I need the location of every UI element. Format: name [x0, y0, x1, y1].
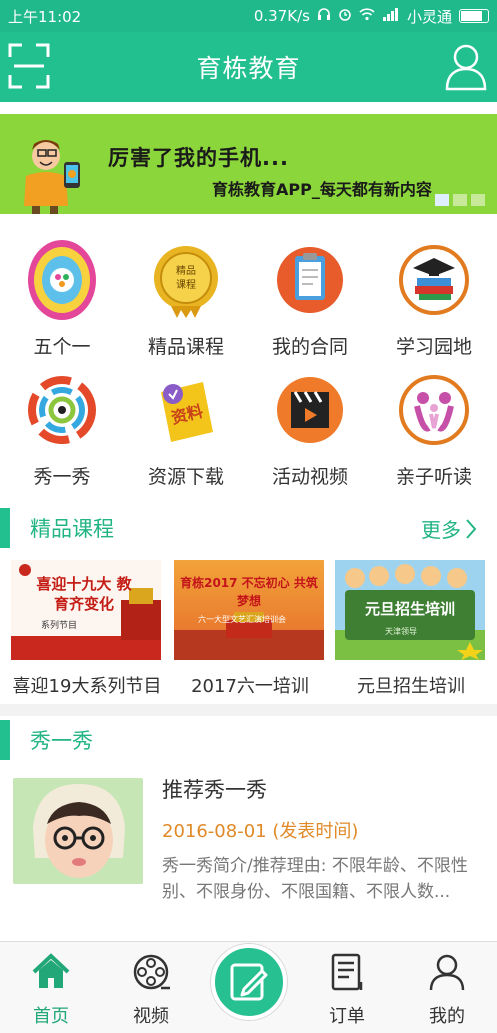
- promo-banner[interactable]: 厉害了我的手机... 育栋教育APP_每天都有新内容: [0, 114, 497, 214]
- menu-item-show[interactable]: 秀一秀: [0, 356, 124, 488]
- more-label: 更多: [421, 518, 461, 542]
- course-title: 喜迎19大系列节目: [12, 676, 162, 697]
- nav-label: 我的: [429, 1006, 465, 1027]
- nav-label: 首页: [33, 1006, 69, 1027]
- menu-item-five-one[interactable]: 五个一: [0, 226, 124, 358]
- course-thumb-text: 元旦招生培训: [364, 600, 455, 618]
- five-one-icon: [23, 236, 101, 324]
- menu-item-label: 学习园地: [395, 336, 472, 358]
- menu-item-premium-course[interactable]: 精品 课程 精品课程: [124, 226, 248, 358]
- nav-publish-button[interactable]: [211, 944, 287, 1020]
- more-button[interactable]: 更多: [421, 514, 477, 543]
- course-card[interactable]: 喜迎十九大 教育齐变化 系列节目 喜迎19大系列节目: [11, 560, 161, 697]
- show-photo[interactable]: [13, 778, 143, 884]
- menu-grid: 五个一 精品 课程 精品课程 我的合同 学习园地 秀一秀 资料 资源下载 活动视…: [0, 226, 497, 496]
- order-icon: [331, 953, 363, 991]
- menu-item-label: 五个一: [33, 336, 91, 358]
- menu-item-download[interactable]: 资料 资源下载: [124, 356, 248, 488]
- pager-dot: [471, 194, 485, 206]
- course-thumb-text: 喜迎十九大 教育齐变化: [36, 575, 132, 613]
- course-title: 元旦招生培训: [357, 676, 465, 697]
- scan-button[interactable]: [8, 43, 50, 89]
- show-section-header: 秀一秀: [0, 718, 497, 762]
- svg-text:精品: 精品: [176, 264, 196, 277]
- course-title: 2017六一培训: [191, 676, 309, 697]
- pager-dot: [435, 194, 449, 206]
- show-item-date: 2016-08-01 (发表时间): [162, 821, 359, 842]
- page-title: 育栋教育: [196, 54, 301, 83]
- menu-item-label: 我的合同: [271, 336, 348, 358]
- nav-orders[interactable]: 订单: [312, 952, 382, 1028]
- banner-pager: [435, 194, 485, 206]
- nav-label: 订单: [329, 1006, 365, 1027]
- nav-profile[interactable]: 我的: [412, 952, 482, 1028]
- app-screen: 上午11:02 0.37K/s 小灵通 育栋教育 厉害了我的手机... 育栋教育…: [0, 0, 497, 1033]
- user-button[interactable]: [445, 41, 487, 91]
- signal-icon: [382, 7, 400, 25]
- edit-icon: [230, 963, 268, 1001]
- status-bar: 上午11:02 0.37K/s 小灵通: [0, 0, 497, 32]
- show-icon: [23, 366, 101, 454]
- course-thumb-sub: 天津领导: [385, 627, 417, 636]
- courses-section-header: 精品课程 更多: [0, 506, 497, 550]
- menu-item-parent-child[interactable]: 亲子听读: [372, 356, 496, 488]
- status-time: 上午11:02: [8, 7, 82, 26]
- pager-dot: [453, 194, 467, 206]
- premium-course-icon: 精品 课程: [147, 236, 225, 324]
- nav-home[interactable]: 首页: [16, 952, 86, 1028]
- film-reel-icon: [133, 954, 170, 990]
- menu-item-label: 资源下载: [147, 466, 224, 488]
- alarm-icon: [338, 7, 352, 25]
- nav-video[interactable]: 视频: [116, 952, 186, 1028]
- menu-item-label: 活动视频: [271, 466, 348, 488]
- contract-icon: [271, 236, 349, 324]
- menu-item-label: 亲子听读: [395, 466, 472, 488]
- course-thumb-sub: 系列节目: [41, 621, 78, 631]
- banner-headline: 厉害了我的手机...: [108, 146, 289, 170]
- wifi-icon: [359, 7, 375, 25]
- svg-text:课程: 课程: [176, 279, 196, 291]
- course-card[interactable]: 育栋2017 不忘初心 共筑梦想 六一大型文艺汇演培训会 2017六一培训: [174, 560, 324, 697]
- scan-icon: [8, 43, 50, 89]
- menu-item-study[interactable]: 学习园地: [372, 226, 496, 358]
- video-clapper-icon: [271, 366, 349, 454]
- banner-subline: 育栋教育APP_每天都有新内容: [212, 180, 432, 199]
- headset-icon: [317, 7, 331, 25]
- course-card[interactable]: 元旦招生培训 天津领导 元旦招生培训: [335, 560, 485, 697]
- course-thumbnail: 育栋2017 不忘初心 共筑梦想 六一大型文艺汇演培训会: [174, 560, 324, 660]
- section-title: 秀一秀: [30, 729, 93, 753]
- menu-item-label: 精品课程: [147, 336, 224, 358]
- profile-icon: [429, 954, 465, 991]
- download-icon: 资料: [147, 366, 225, 454]
- study-books-icon: [395, 236, 473, 324]
- app-header: 育栋教育: [0, 32, 497, 102]
- battery-icon: [459, 9, 489, 23]
- cartoon-man-icon: [24, 140, 80, 214]
- home-icon: [32, 953, 70, 988]
- show-item-title[interactable]: 推荐秀一秀: [162, 774, 267, 804]
- course-thumb-text: 育栋2017 不忘初心 共筑梦想: [180, 576, 318, 608]
- network-speed: 0.37K/s: [253, 7, 310, 25]
- menu-item-label: 秀一秀: [33, 466, 91, 488]
- menu-item-contract[interactable]: 我的合同: [248, 226, 372, 358]
- show-item-description: 秀一秀简介/推荐理由: 不限年龄、不限性别、不限身份、不限国籍、不限人数...: [162, 856, 468, 902]
- nav-label: 视频: [133, 1006, 169, 1027]
- parent-child-icon: [395, 366, 473, 454]
- carrier-name: 小灵通: [406, 7, 452, 26]
- course-thumbnail: 喜迎十九大 教育齐变化 系列节目: [11, 560, 161, 660]
- chevron-right-icon: [466, 518, 477, 539]
- course-thumbnail: 元旦招生培训 天津领导: [335, 560, 485, 660]
- user-icon: [445, 44, 487, 91]
- bottom-navigation: 首页 视频 订单 我的: [0, 941, 497, 1033]
- course-thumb-sub: 六一大型文艺汇演培训会: [198, 615, 286, 624]
- menu-item-activity-video[interactable]: 活动视频: [248, 356, 372, 488]
- section-title: 精品课程: [30, 517, 114, 541]
